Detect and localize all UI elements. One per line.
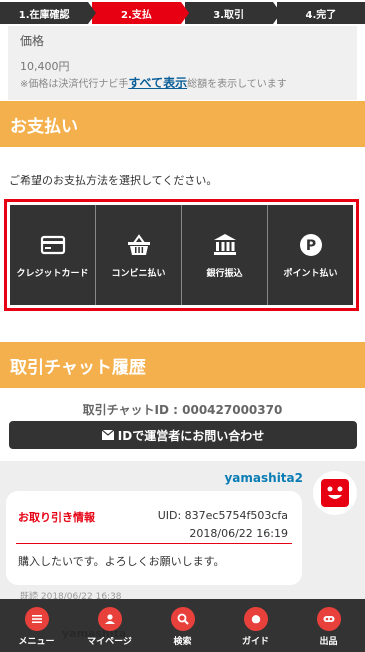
- step-transaction: 3.取引: [184, 2, 282, 24]
- credit-card-label: クレジットカード: [16, 268, 89, 279]
- menu-icon: [24, 607, 49, 631]
- message-uid: UID: 837ec5754f503cfa: [157, 509, 288, 522]
- point-payment-label: ポイント払い: [283, 268, 338, 279]
- convenience-store-label: コンビニ払い: [111, 268, 166, 279]
- nav-sell[interactable]: 出品: [292, 599, 365, 652]
- search-icon: [170, 607, 195, 631]
- nav-menu[interactable]: メニュー: [0, 599, 73, 652]
- sell-icon: [316, 607, 341, 631]
- divider: [16, 543, 292, 544]
- nav-guide-label: ガイド: [241, 637, 269, 647]
- message-date: 2018/06/22 16:19: [189, 527, 288, 540]
- payment-methods-frame: クレジットカード コンビニ払い 銀行振込 P ポイント払い: [4, 199, 359, 311]
- payment-instruction: ご希望のお支払方法を選択してください。: [9, 174, 218, 187]
- avatar[interactable]: [313, 471, 357, 515]
- chat-message-bubble: お取り引き情報 UID: 837ec5754f503cfa 2018/06/22…: [6, 491, 302, 585]
- message-text: 購入したいです。よろしくお願いします。: [18, 555, 225, 568]
- chat-username[interactable]: yamashita2: [224, 471, 303, 485]
- chat-history: yamashita2 お取り引き情報 UID: 837ec5754f503cfa…: [0, 461, 365, 602]
- chat-section-header: 取引チャット履歴: [0, 342, 365, 388]
- bank-transfer-label: 銀行振込: [206, 268, 243, 279]
- bank-icon: [213, 233, 236, 255]
- price-value: 10,400円: [20, 60, 70, 73]
- price-label: 価格: [20, 34, 45, 48]
- nav-sell-label: 出品: [319, 637, 338, 647]
- guide-icon: [243, 607, 268, 631]
- price-note-prefix: ※価格は決済代行ナビ手: [20, 79, 129, 90]
- nav-search-label: 検索: [173, 637, 192, 647]
- basket-icon: [127, 233, 150, 255]
- progress-steps: 1.在庫確認 2.支払 3.取引 4.完了: [0, 0, 365, 26]
- credit-card-button[interactable]: クレジットカード: [10, 205, 96, 305]
- price-box: 価格 10,400円 ※価格は決済代行ナビ手すべて表示総額を表示しています: [8, 26, 357, 100]
- payment-methods: クレジットカード コンビニ払い 銀行振込 P ポイント払い: [10, 205, 353, 305]
- step-stock-check: 1.在庫確認: [0, 2, 97, 24]
- step-complete: 4.完了: [276, 2, 365, 24]
- step-payment: 2.支払: [92, 2, 189, 24]
- face-icon: [321, 479, 349, 507]
- nav-search[interactable]: 検索: [146, 599, 219, 652]
- point-icon: P: [299, 233, 322, 256]
- bank-transfer-button[interactable]: 銀行振込: [182, 205, 268, 305]
- transaction-info-title: お取り引き情報: [18, 511, 95, 524]
- user-icon: [97, 607, 122, 631]
- point-payment-button[interactable]: P ポイント払い: [268, 205, 353, 305]
- price-note-suffix: 総額を表示しています: [187, 79, 287, 90]
- chat-id: 取引チャットID : 000427000370: [82, 403, 283, 417]
- bottom-navigation: メニュー マイページ 検索 ガイド 出品: [0, 599, 365, 652]
- credit-card-icon: [40, 235, 65, 254]
- show-all-link[interactable]: すべて表示: [128, 76, 187, 90]
- mail-icon: [101, 430, 114, 440]
- nav-mypage-label: マイページ: [87, 637, 132, 647]
- nav-guide[interactable]: ガイド: [219, 599, 292, 652]
- nav-menu-label: メニュー: [18, 637, 55, 647]
- payment-section-header: お支払い: [0, 101, 365, 147]
- nav-mypage[interactable]: マイページ: [73, 599, 146, 652]
- contact-operator-button[interactable]: IDで運営者にお問い合わせ: [9, 421, 357, 449]
- svg-text:P: P: [305, 238, 315, 254]
- convenience-store-button[interactable]: コンビニ払い: [96, 205, 182, 305]
- contact-operator-label: IDで運営者にお問い合わせ: [117, 428, 265, 443]
- price-note: ※価格は決済代行ナビ手すべて表示総額を表示しています: [20, 74, 287, 91]
